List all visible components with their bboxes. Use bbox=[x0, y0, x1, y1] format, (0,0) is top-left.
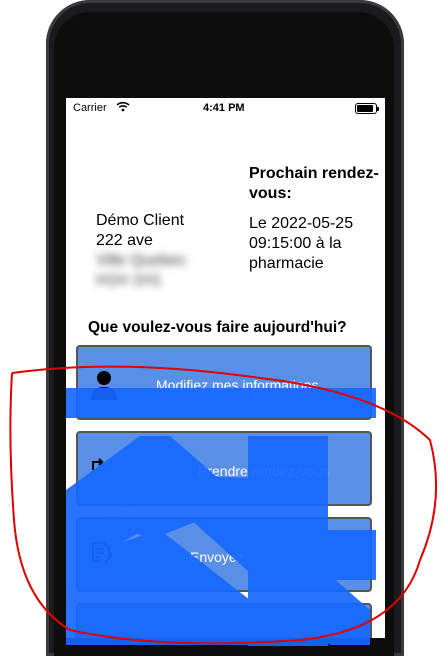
reschedule-icon bbox=[92, 458, 104, 470]
app-screen: Carrier 4:41 PM Démo Client 222 ave Vill… bbox=[66, 98, 385, 638]
client-address-line3: H1H 1H1 bbox=[96, 272, 162, 289]
appointment-details: Le 2022-05-25 09:15:00 à la pharmacie bbox=[249, 215, 354, 272]
edit-info-label: Modifiez mes informations bbox=[156, 377, 319, 393]
client-address-line1: 222 ave bbox=[96, 232, 153, 249]
extra-action-button[interactable] bbox=[76, 603, 372, 638]
edit-info-button[interactable]: Modifiez mes informations bbox=[76, 345, 372, 420]
status-bar: Carrier 4:41 PM bbox=[66, 98, 385, 120]
send-label: Envoyez bbox=[190, 549, 244, 565]
prescription-icon bbox=[92, 542, 113, 564]
clock: 4:41 PM bbox=[203, 102, 245, 114]
client-name: Démo Client bbox=[96, 212, 185, 229]
carrier-label: Carrier bbox=[73, 102, 107, 114]
book-appointment-label: Prendre rendez-vous bbox=[198, 463, 329, 479]
person-icon bbox=[91, 371, 117, 400]
appointment-title: Prochain rendez-vous: bbox=[249, 165, 379, 202]
next-appointment: Prochain rendez-vous: Le 2022-05-25 09:1… bbox=[249, 164, 379, 274]
book-appointment-button[interactable]: Prendre rendez-vous bbox=[76, 431, 372, 506]
client-info: Démo Client 222 ave Ville Quebec H1H 1H1 bbox=[96, 211, 236, 291]
question-heading: Que voulez-vous faire aujourd'hui? bbox=[88, 319, 347, 336]
client-address-line2: Ville Quebec bbox=[96, 252, 187, 269]
wifi-icon bbox=[116, 101, 130, 112]
battery-icon bbox=[355, 103, 379, 114]
send-prescription-button[interactable]: Envoyez bbox=[76, 517, 372, 592]
